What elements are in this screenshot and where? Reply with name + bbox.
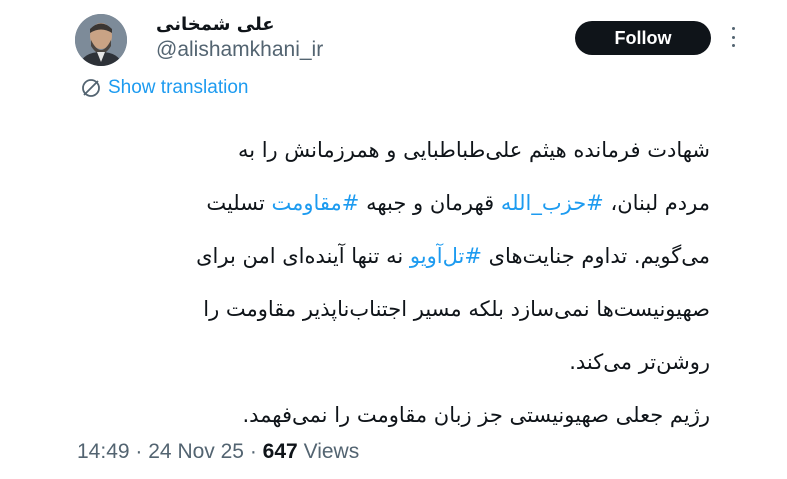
- tweet-line: روشن‌تر می‌کند.: [70, 336, 710, 389]
- follow-button[interactable]: Follow: [575, 21, 711, 55]
- separator: ·: [249, 440, 257, 463]
- tweet-meta: 14:49 · 24 Nov 25 · 647 Views: [77, 440, 359, 464]
- tweet-text-segment: نه تنها آینده‌ای امن برای: [196, 244, 410, 268]
- show-translation-link[interactable]: Show translation: [80, 77, 248, 99]
- user-handle[interactable]: @alishamkhani_ir: [156, 38, 323, 62]
- tweet-line: شهادت فرمانده هیثم علی‌طباطبایی و همرزما…: [70, 124, 710, 177]
- tweet-text-segment: شهادت فرمانده هیثم علی‌طباطبایی و همرزما…: [237, 138, 710, 162]
- tweet-text-segment: تسلیت: [206, 191, 272, 215]
- tweet-line: می‌گویم. تداوم جنایت‌های #تل‌آویو نه تنه…: [70, 230, 710, 283]
- views-count: 647: [262, 440, 298, 463]
- tweet-time[interactable]: 14:49: [77, 440, 130, 463]
- tweet-line: مردم لبنان، #حزب_الله قهرمان و جبهه #مقا…: [70, 177, 710, 230]
- tweet-text: شهادت فرمانده هیثم علی‌طباطبایی و همرزما…: [70, 124, 710, 442]
- tweet-text-segment: قهرمان و جبهه: [359, 191, 501, 215]
- tweet-text-segment: مردم لبنان،: [603, 191, 710, 215]
- tweet-text-segment: می‌گویم. تداوم جنایت‌های: [481, 244, 710, 268]
- translate-slash-icon: [82, 79, 100, 97]
- show-translation-label: Show translation: [108, 77, 249, 98]
- tweet-text-segment: روشن‌تر می‌کند.: [569, 350, 710, 374]
- hashtag-link[interactable]: #مقاومت: [272, 191, 360, 215]
- tweet-line: رژیم جعلی صهیونیستی جز زبان مقاومت را نم…: [70, 389, 710, 442]
- hashtag-link[interactable]: #حزب_الله: [501, 191, 604, 215]
- separator: ·: [135, 440, 143, 463]
- tweet-date[interactable]: 24 Nov 25: [148, 440, 244, 463]
- views-label: Views: [303, 440, 360, 463]
- display-name[interactable]: علی شمخانی: [156, 14, 275, 35]
- tweet-text-segment: رژیم جعلی صهیونیستی جز زبان مقاومت را نم…: [242, 403, 710, 427]
- avatar[interactable]: [75, 14, 127, 66]
- tweet-text-segment: صهیونیست‌ها نمی‌سازد بلکه مسیر اجتناب‌نا…: [203, 297, 710, 321]
- hashtag-link[interactable]: #تل‌آویو: [410, 244, 482, 268]
- more-options-icon[interactable]: [726, 27, 740, 47]
- tweet-line: صهیونیست‌ها نمی‌سازد بلکه مسیر اجتناب‌نا…: [70, 283, 710, 336]
